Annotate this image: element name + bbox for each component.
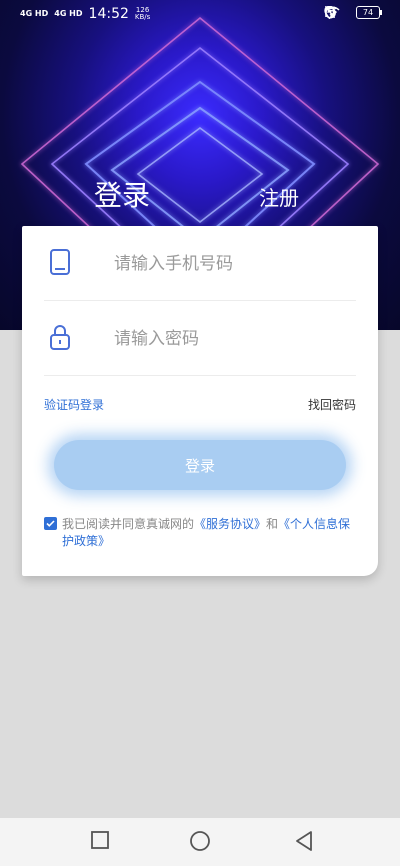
- network-speed-unit: KB/s: [134, 13, 151, 21]
- phone-icon: [49, 248, 71, 280]
- tab-login[interactable]: 登录: [94, 174, 150, 214]
- back-triangle-icon[interactable]: [294, 830, 314, 856]
- phone-input[interactable]: [112, 246, 346, 282]
- agreement-prefix: 我已阅读并同意真诚网的: [62, 517, 195, 531]
- lock-icon: [49, 323, 71, 355]
- tab-register[interactable]: 注册: [259, 182, 299, 211]
- login-button[interactable]: 登录: [54, 440, 346, 490]
- network-speed: 126 KB/s: [135, 7, 150, 21]
- agreement-text: 我已阅读并同意真诚网的《服务协议》和《个人信息保护政策》: [62, 516, 362, 550]
- battery-indicator: 74: [356, 6, 382, 19]
- square-icon[interactable]: [90, 830, 110, 854]
- password-row: [44, 301, 356, 376]
- service-agreement-link[interactable]: 《服务协议》: [194, 517, 266, 531]
- forgot-password-link[interactable]: 找回密码: [308, 396, 356, 413]
- signal-indicator-1: 4G HD: [20, 9, 49, 18]
- phone-row: [44, 226, 356, 301]
- circle-icon[interactable]: [189, 830, 211, 856]
- status-bar: 4G HD 4G HD 14:52 126 KB/s 74: [0, 0, 400, 30]
- clock: 14:52: [88, 6, 129, 22]
- password-input[interactable]: [112, 321, 346, 357]
- sms-login-link[interactable]: 验证码登录: [44, 396, 104, 413]
- navigation-bar: [0, 818, 400, 866]
- signal-indicator-2: 4G HD: [54, 9, 83, 18]
- login-card: 验证码登录 找回密码 登录 我已阅读并同意真诚网的《服务协议》和《个人信息保护政…: [22, 226, 378, 576]
- checkbox-icon[interactable]: [44, 517, 57, 530]
- agreement-and: 和: [266, 517, 279, 531]
